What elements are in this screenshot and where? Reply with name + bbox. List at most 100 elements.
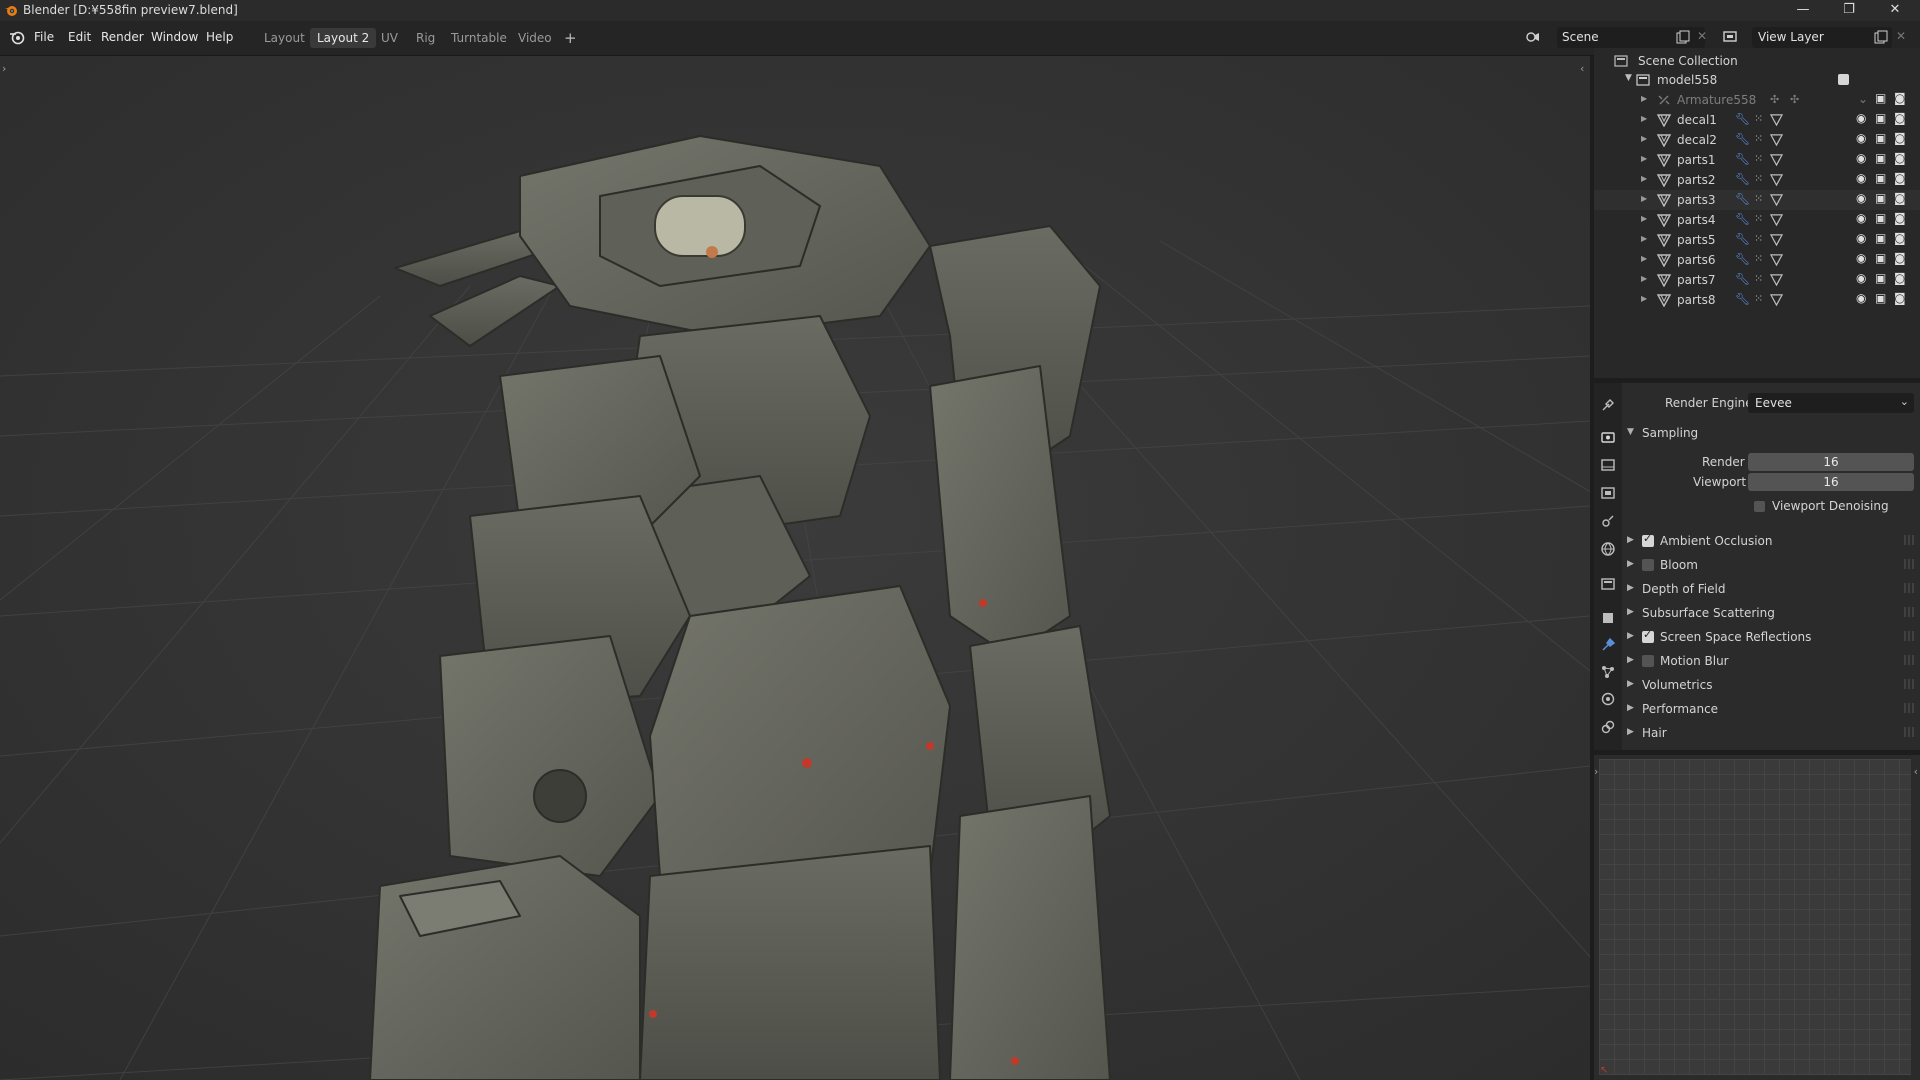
modifier-wrench-icon[interactable]: 🔧︎ — [1735, 152, 1750, 166]
delete-view-layer-icon[interactable]: ✕ — [1896, 29, 1906, 43]
viewport-display-icon[interactable]: ▣ — [1875, 91, 1886, 105]
drag-handle-icon[interactable] — [1904, 607, 1914, 617]
tab-rig[interactable]: Rig — [409, 28, 442, 48]
3d-viewport[interactable]: › ‹ — [0, 56, 1590, 1080]
drag-handle-icon[interactable] — [1904, 703, 1914, 713]
modifier-wrench-icon[interactable]: 🔧︎ — [1735, 232, 1750, 246]
render-camera-icon[interactable]: ◙ — [1894, 111, 1906, 125]
sidebar-toggle-right[interactable]: ‹ — [1914, 765, 1918, 778]
outliner-item-parts1[interactable]: ▶ parts1 🔧︎ ⁙ ◉ ▣ ◙ — [1594, 150, 1920, 170]
image-canvas[interactable] — [1599, 759, 1911, 1075]
expand-arrow-icon[interactable]: ▶ — [1641, 194, 1647, 203]
vertex-group-icon[interactable]: ⁙ — [1754, 292, 1763, 305]
mesh-data-icon[interactable] — [1770, 153, 1783, 166]
outliner-item-parts4[interactable]: ▶ parts4 🔧︎ ⁙ ◉ ▣ ◙ — [1594, 210, 1920, 230]
modifier-wrench-icon[interactable]: 🔧︎ — [1735, 172, 1750, 186]
exclude-checkbox[interactable] — [1838, 74, 1849, 85]
outliner-collection-model558[interactable]: ▼ model558 — [1594, 70, 1920, 90]
constraints-tab-icon[interactable] — [1600, 719, 1616, 735]
ambient-occlusion-checkbox[interactable] — [1642, 532, 1654, 547]
viewport-display-icon[interactable]: ▣ — [1875, 271, 1886, 285]
view-layer-field[interactable]: View Layer — [1752, 27, 1892, 48]
panel-ambient-occlusion[interactable]: ▶ Ambient Occlusion — [1622, 531, 1920, 553]
vertex-group-icon[interactable]: ⁙ — [1754, 192, 1763, 205]
render-camera-icon[interactable]: ◙ — [1894, 131, 1906, 145]
vertex-group-icon[interactable]: ⁙ — [1754, 232, 1763, 245]
scene-tab-icon[interactable] — [1600, 513, 1616, 529]
maximize-button[interactable]: ❐ — [1826, 0, 1872, 21]
panel-motion-blur[interactable]: ▶ Motion Blur — [1622, 651, 1920, 673]
outliner-item-parts6[interactable]: ▶ parts6 🔧︎ ⁙ ◉ ▣ ◙ — [1594, 250, 1920, 270]
motion-blur-checkbox[interactable] — [1642, 655, 1654, 667]
modifier-wrench-icon[interactable]: 🔧︎ — [1735, 272, 1750, 286]
render-samples-field[interactable]: 16 — [1748, 453, 1914, 471]
drag-handle-icon[interactable] — [1904, 727, 1914, 737]
visibility-eye-icon[interactable]: ◉ — [1856, 191, 1866, 205]
visibility-eye-icon[interactable]: ◉ — [1856, 111, 1866, 125]
render-camera-icon[interactable]: ◙ — [1894, 171, 1906, 185]
viewport-samples-field[interactable]: 16 — [1748, 473, 1914, 491]
outliner-item-decal1[interactable]: ▶ decal1 🔧︎ ⁙ ◉ ▣ ◙ — [1594, 110, 1920, 130]
expand-arrow-icon[interactable]: ▶ — [1641, 274, 1647, 283]
modifier-wrench-icon[interactable]: 🔧︎ — [1735, 112, 1750, 126]
tab-video[interactable]: Video — [511, 28, 559, 48]
render-camera-icon[interactable]: ◙ — [1894, 231, 1906, 245]
visibility-eye-icon[interactable]: ◉ — [1856, 271, 1866, 285]
visibility-eye-icon[interactable]: ◉ — [1856, 291, 1866, 305]
minimize-button[interactable]: — — [1780, 0, 1826, 21]
panel-hair[interactable]: ▶ Hair — [1622, 723, 1920, 745]
new-view-layer-icon[interactable] — [1874, 30, 1888, 44]
vertex-group-icon[interactable]: ⁙ — [1754, 212, 1763, 225]
screen-space-reflections-checkbox[interactable] — [1642, 628, 1654, 643]
sidebar-toggle-left[interactable]: › — [1594, 765, 1598, 778]
render-camera-icon[interactable]: ◙ — [1894, 211, 1906, 225]
output-tab-icon[interactable] — [1600, 457, 1616, 473]
tab-layout[interactable]: Layout — [257, 28, 312, 48]
tool-tab-icon[interactable] — [1600, 397, 1616, 413]
outliner-item-decal2[interactable]: ▶ decal2 🔧︎ ⁙ ◉ ▣ ◙ — [1594, 130, 1920, 150]
panel-volumetrics[interactable]: ▶ Volumetrics — [1622, 675, 1920, 697]
viewport-denoising-checkbox[interactable] — [1754, 501, 1765, 512]
viewport-display-icon[interactable]: ▣ — [1875, 191, 1886, 205]
object-tab-icon[interactable] — [1600, 610, 1616, 626]
image-editor[interactable]: › ‹ ↖ — [1594, 755, 1920, 1080]
menu-window[interactable]: Window — [151, 30, 198, 44]
mesh-data-icon[interactable] — [1770, 213, 1783, 226]
blender-menu-icon[interactable] — [9, 29, 25, 45]
vertex-group-icon[interactable]: ⁙ — [1754, 172, 1763, 185]
tab-uv[interactable]: UV — [374, 28, 405, 48]
view-layer-browse-icon[interactable] — [1722, 28, 1740, 46]
render-camera-icon[interactable]: ◙ — [1894, 91, 1906, 105]
drag-handle-icon[interactable] — [1904, 559, 1914, 569]
view-layer-tab-icon[interactable] — [1600, 485, 1616, 501]
visibility-eye-icon[interactable]: ◉ — [1856, 131, 1866, 145]
mesh-data-icon[interactable] — [1770, 173, 1783, 186]
visibility-eye-icon[interactable]: ◉ — [1856, 231, 1866, 245]
viewport-display-icon[interactable]: ▣ — [1875, 131, 1886, 145]
add-workspace-button[interactable]: + — [557, 28, 584, 48]
hidden-eye-icon[interactable]: ⌄ — [1858, 92, 1868, 106]
visibility-eye-icon[interactable]: ◉ — [1856, 251, 1866, 265]
mesh-data-icon[interactable] — [1770, 193, 1783, 206]
visibility-eye-icon[interactable]: ◉ — [1856, 211, 1866, 225]
expand-arrow-icon[interactable]: ▶ — [1641, 294, 1647, 303]
panel-bloom[interactable]: ▶ Bloom — [1622, 555, 1920, 577]
visibility-eye-icon[interactable]: ◉ — [1856, 151, 1866, 165]
close-button[interactable]: ✕ — [1872, 0, 1918, 21]
mesh-data-icon[interactable] — [1770, 273, 1783, 286]
tab-turntable[interactable]: Turntable — [444, 28, 514, 48]
viewport-display-icon[interactable]: ▣ — [1875, 171, 1886, 185]
expand-arrow-icon[interactable]: ▶ — [1641, 254, 1647, 263]
outliner-item-parts3[interactable]: ▶ parts3 🔧︎ ⁙ ◉ ▣ ◙ — [1594, 190, 1920, 210]
panel-performance[interactable]: ▶ Performance — [1622, 699, 1920, 721]
mesh-data-icon[interactable] — [1770, 253, 1783, 266]
render-camera-icon[interactable]: ◙ — [1894, 251, 1906, 265]
modifier-wrench-icon[interactable]: 🔧︎ — [1735, 292, 1750, 306]
mesh-data-icon[interactable] — [1770, 113, 1783, 126]
menu-file[interactable]: File — [34, 30, 54, 44]
vertex-group-icon[interactable]: ⁙ — [1754, 272, 1763, 285]
outliner-item-armature558[interactable]: ▶ Armature558 ✣ ✣ ⌄ ▣ ◙ — [1594, 90, 1920, 110]
vertex-group-icon[interactable]: ⁙ — [1754, 252, 1763, 265]
render-camera-icon[interactable]: ◙ — [1894, 191, 1906, 205]
drag-handle-icon[interactable] — [1904, 535, 1914, 545]
